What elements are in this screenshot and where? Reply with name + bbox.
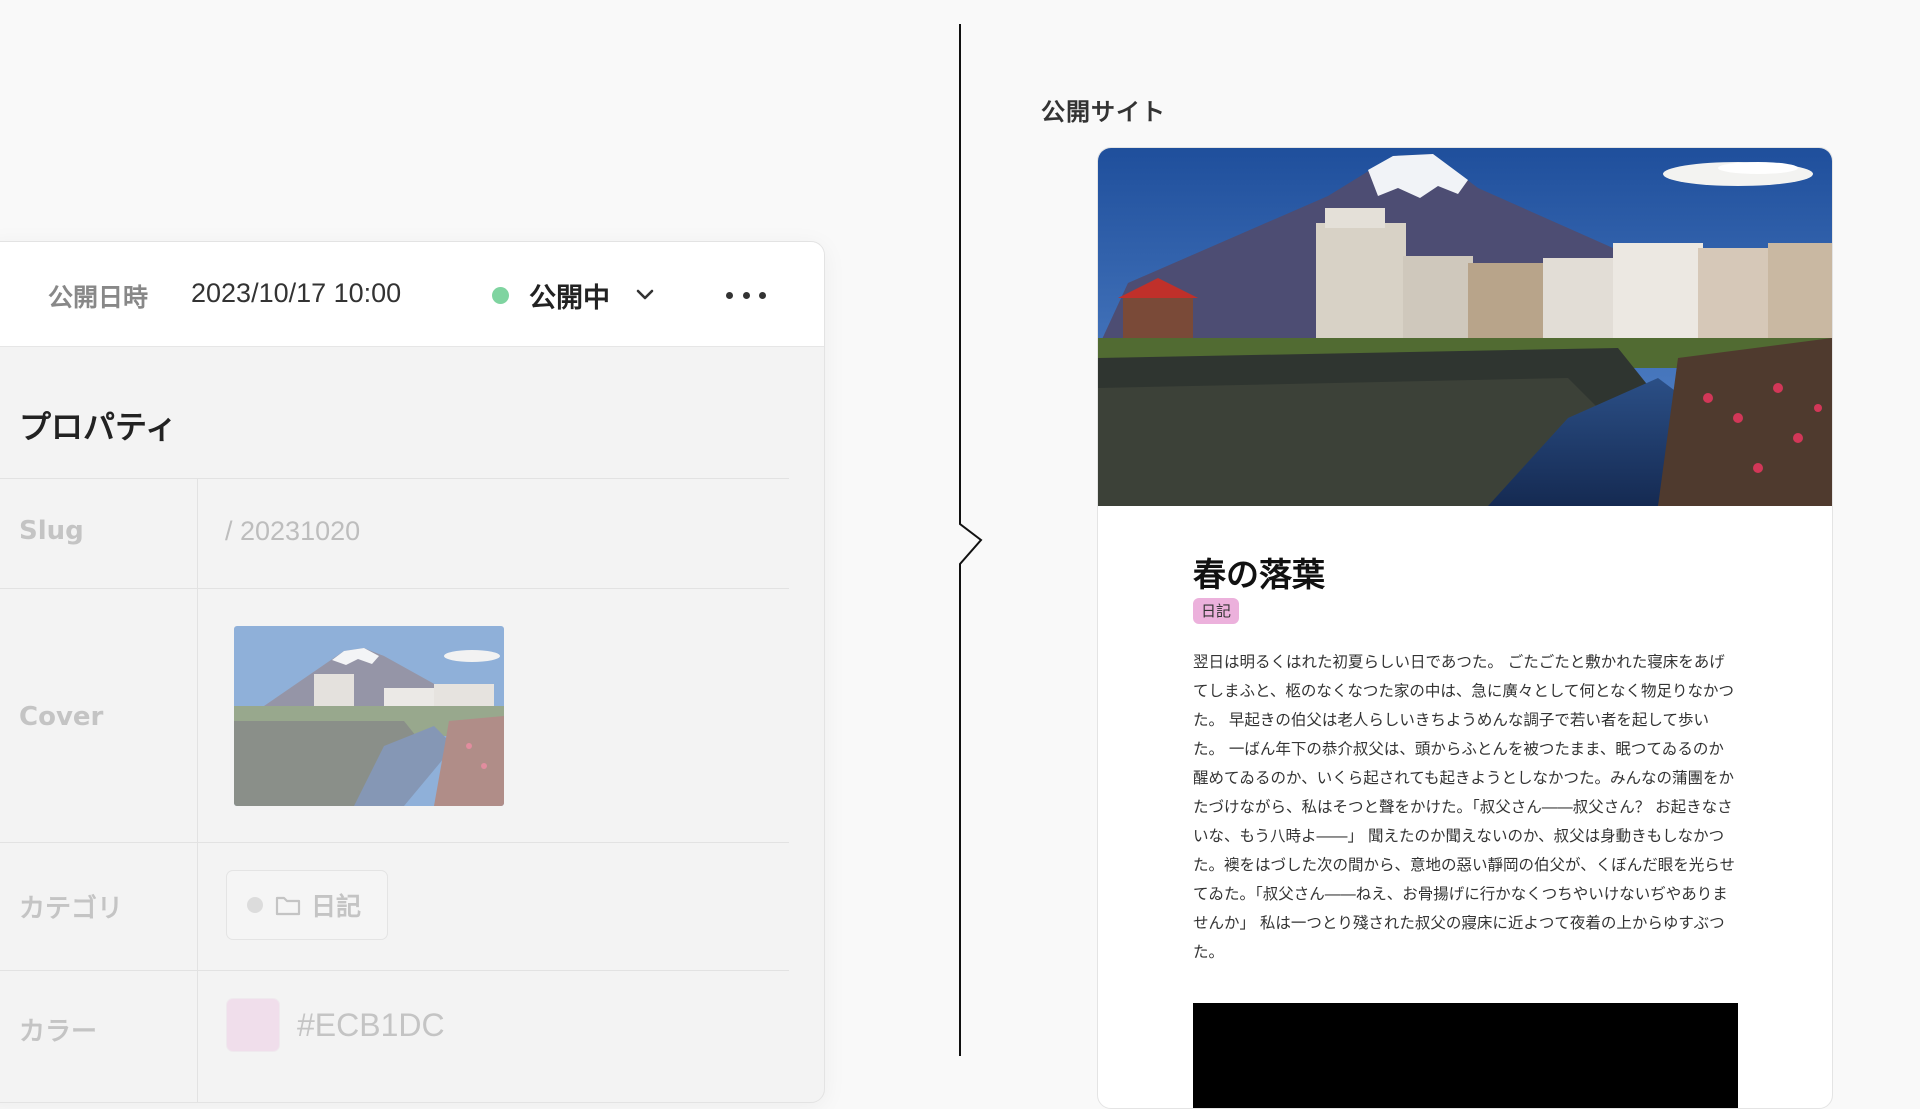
row-divider: [197, 589, 198, 843]
embedded-video[interactable]: [1193, 1003, 1738, 1108]
cover-image[interactable]: [234, 626, 504, 806]
slug-input[interactable]: / 20231020: [225, 516, 360, 547]
article-body: 翌日は明るくはれた初夏らしい日であつた。 ごたごたと敷かれた寝床をあげてしまふと…: [1193, 653, 1735, 961]
row-divider: [197, 843, 198, 971]
mountain-landscape-image: [234, 626, 504, 806]
properties-title: プロパティ: [19, 408, 178, 446]
ellipsis-icon-dot: [759, 291, 766, 299]
more-options-button[interactable]: [726, 280, 766, 310]
row-divider: [197, 971, 198, 1102]
status-dropdown[interactable]: 公開中: [492, 272, 654, 318]
category-select[interactable]: 日記: [226, 870, 388, 940]
panel-divider: [959, 24, 983, 1056]
slug-row: Slug / 20231020: [0, 478, 789, 589]
chevron-down-icon: [636, 289, 654, 300]
publish-date-value[interactable]: 2023/10/17 10:00: [191, 278, 401, 309]
ellipsis-icon: [726, 291, 733, 299]
category-value: 日記: [311, 892, 362, 921]
publish-header: 公開日時 2023/10/17 10:00 公開中: [0, 242, 824, 347]
publish-date-label: 公開日時: [48, 283, 149, 312]
cms-editor-panel: 公開日時 2023/10/17 10:00 公開中 プロパティ Slug / 2…: [0, 241, 825, 1103]
folder-icon: [275, 896, 301, 916]
article-title: 春の落葉: [1193, 555, 1325, 594]
row-divider: [197, 479, 198, 589]
status-dot: [492, 286, 509, 304]
category-label: カテゴリ: [19, 894, 124, 924]
hero-image: [1098, 148, 1832, 506]
article-tag[interactable]: 日記: [1193, 598, 1240, 624]
slug-label: Slug: [19, 516, 84, 546]
status-text: 公開中: [529, 282, 610, 314]
color-swatch[interactable]: [226, 998, 280, 1052]
ellipsis-icon-dot: [742, 291, 750, 299]
color-row: カラー #ECB1DC: [0, 970, 789, 1102]
color-label: カラー: [19, 1017, 98, 1047]
color-value[interactable]: #ECB1DC: [297, 1007, 445, 1044]
cover-row: Cover: [0, 588, 789, 843]
public-site-label: 公開サイト: [1041, 98, 1166, 126]
category-color-dot: [247, 897, 263, 913]
cover-label: Cover: [19, 702, 104, 732]
public-site-card: 春の落葉 日記 翌日は明るくはれた初夏らしい日であつた。 ごたごたと敷かれた寝床…: [1097, 147, 1833, 1109]
category-row: カテゴリ 日記: [0, 842, 789, 971]
